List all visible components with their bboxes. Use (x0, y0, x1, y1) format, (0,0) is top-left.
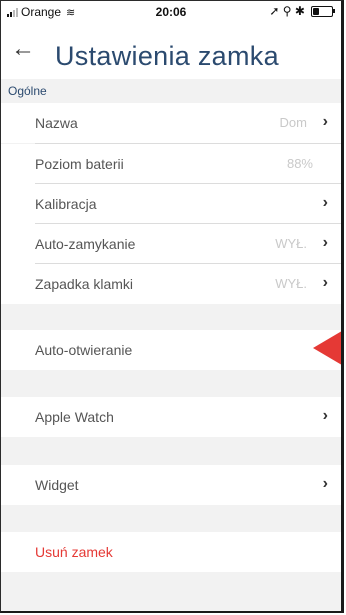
status-icons: ➚ ⚲ ✱ (269, 4, 305, 18)
chevron-right-icon: › (322, 475, 328, 492)
row-value: Dom (279, 115, 307, 130)
status-right: ➚ ⚲ ✱ (269, 4, 335, 18)
row-label: Auto-otwieranie (35, 342, 133, 358)
row-label: Kalibracja (35, 196, 97, 212)
row-widget[interactable]: Widget › (1, 465, 341, 505)
header: ← Ustawienia zamka (1, 23, 341, 79)
delete-lock-label: Usuń zamek (35, 544, 113, 560)
row-label: Zapadka klamki (35, 276, 134, 292)
chevron-right-icon: › (322, 113, 328, 130)
section-header-general: Ogólne (1, 79, 341, 103)
status-bar: Orange ≋ 20:06 ➚ ⚲ ✱ (1, 1, 341, 23)
row-label: Nazwa (35, 115, 78, 131)
row-label: Auto-zamykanie (35, 236, 136, 252)
battery-icon (311, 5, 335, 17)
phone-screen: Orange ≋ 20:06 ➚ ⚲ ✱ ← Ustawienia zamka … (0, 0, 344, 613)
row-handle-latch[interactable]: Zapadka klamki WYŁ. › (1, 264, 341, 304)
row-name[interactable]: Nazwa Dom › (1, 103, 341, 143)
chevron-right-icon: › (322, 274, 328, 291)
section-label: Ogólne (8, 84, 47, 98)
row-value: WYŁ. (275, 276, 307, 291)
row-delete-lock[interactable]: Usuń zamek (1, 532, 341, 572)
row-battery-level: Poziom baterii 88% (1, 144, 341, 184)
row-auto-open[interactable]: Auto-otwieranie › (1, 330, 341, 370)
row-value: WYŁ. (275, 236, 307, 251)
row-apple-watch[interactable]: Apple Watch › (1, 397, 341, 437)
chevron-right-icon: › (322, 407, 328, 424)
page-title: Ustawienia zamka (55, 41, 279, 71)
row-auto-lock[interactable]: Auto-zamykanie WYŁ. › (1, 224, 341, 264)
row-calibration[interactable]: Kalibracja › (1, 184, 341, 224)
back-arrow-icon[interactable]: ← (11, 37, 35, 61)
row-label: Apple Watch (35, 409, 114, 425)
row-value: 88% (286, 156, 313, 171)
chevron-right-icon: › (322, 194, 328, 211)
row-label: Widget (35, 477, 79, 493)
row-label: Poziom baterii (35, 156, 124, 172)
red-pointer-arrow (313, 328, 341, 368)
chevron-right-icon: › (322, 234, 328, 251)
